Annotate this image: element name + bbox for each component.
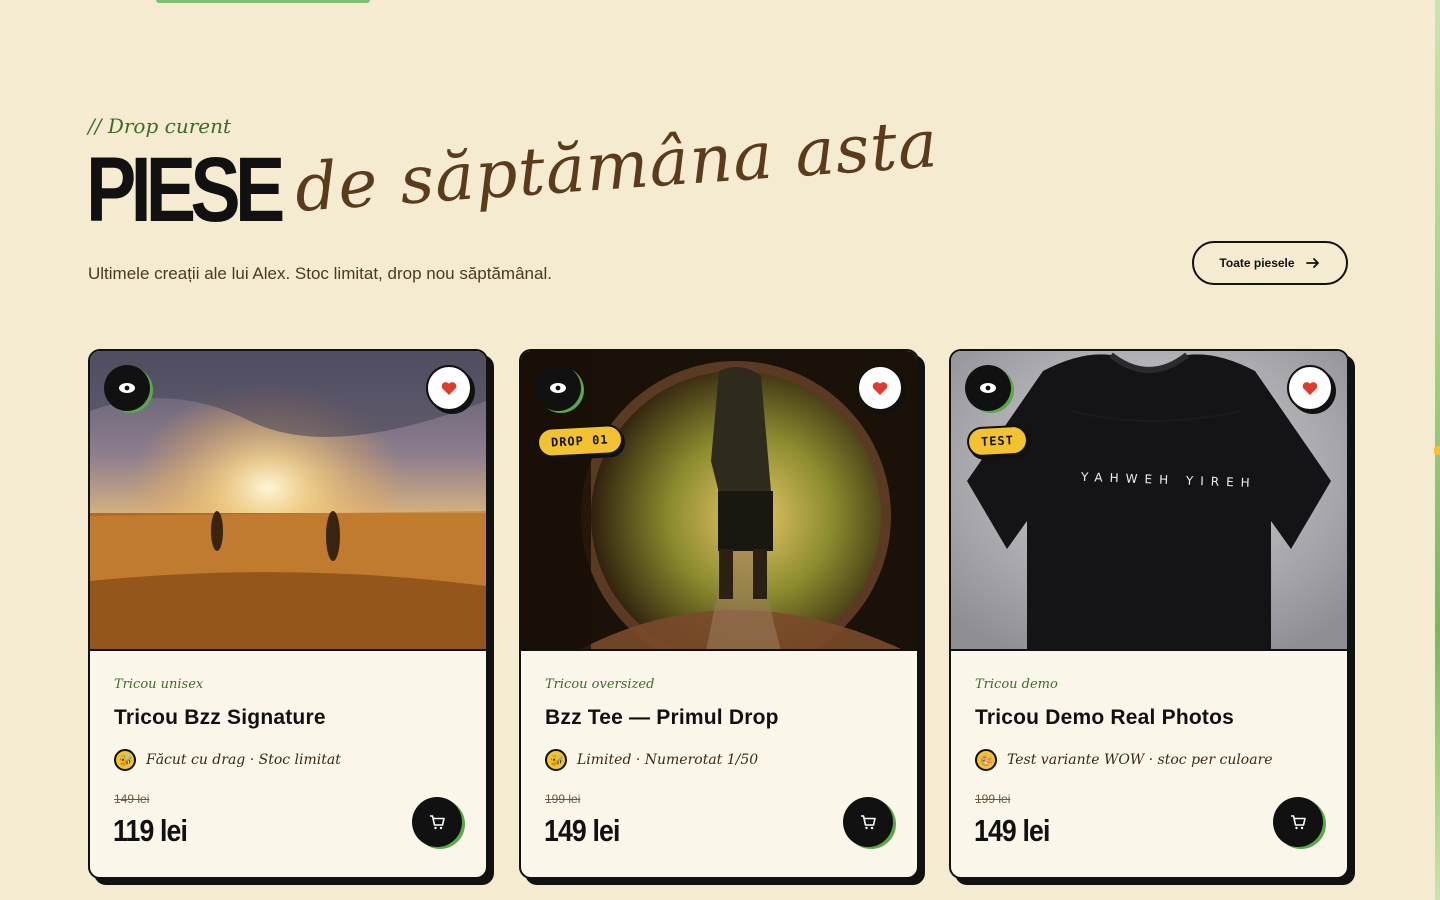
- product-type: Tricou oversized: [545, 677, 655, 692]
- product-type: Tricou demo: [975, 677, 1058, 692]
- quick-view-button[interactable]: [104, 365, 150, 411]
- bee-icon: 🐝: [114, 749, 136, 771]
- product-note: 🐝 Făcut cu drag · Stoc limitat: [114, 749, 341, 771]
- palette-icon: 🎨: [975, 749, 997, 771]
- test-badge: TEST: [966, 424, 1029, 458]
- bee-icon: 🐝: [545, 749, 567, 771]
- product-note: 🎨 Test variante WOW · stoc per culoare: [975, 749, 1273, 771]
- quick-view-button[interactable]: [965, 365, 1011, 411]
- wishlist-button[interactable]: [857, 365, 903, 411]
- product-note-text: Făcut cu drag · Stoc limitat: [146, 752, 341, 768]
- product-name[interactable]: Tricou Demo Real Photos: [975, 706, 1234, 730]
- heart-icon: [441, 381, 457, 395]
- wishlist-button[interactable]: [1287, 365, 1333, 411]
- product-name[interactable]: Tricou Bzz Signature: [114, 706, 326, 730]
- eye-icon: [119, 383, 135, 393]
- cart-icon: [1291, 815, 1306, 830]
- product-note-text: Test variante WOW · stoc per culoare: [1007, 752, 1273, 768]
- price: 149 lei: [974, 813, 1050, 848]
- product-note-text: Limited · Numerotat 1/50: [577, 752, 759, 768]
- all-pieces-label: Toate piesele: [1219, 256, 1295, 270]
- drop-badge: DROP 01: [536, 423, 624, 459]
- old-price: 149 lei: [114, 792, 150, 806]
- product-card[interactable]: DROP 01 Tricou oversized Bzz Tee — Primu…: [519, 349, 919, 879]
- cart-icon: [430, 815, 445, 830]
- product-name[interactable]: Bzz Tee — Primul Drop: [545, 706, 779, 730]
- heart-icon: [1302, 381, 1318, 395]
- add-to-cart-button[interactable]: [1273, 797, 1323, 847]
- section-title-script: de săptămâna asta: [292, 105, 941, 227]
- eye-icon: [980, 383, 996, 393]
- wishlist-button[interactable]: [426, 365, 472, 411]
- arrow-right-icon: [1305, 258, 1319, 268]
- top-accent-bar: [156, 0, 370, 3]
- quick-view-button[interactable]: [535, 365, 581, 411]
- product-note: 🐝 Limited · Numerotat 1/50: [545, 749, 758, 771]
- add-to-cart-button[interactable]: [412, 797, 462, 847]
- cart-icon: [861, 815, 876, 830]
- eye-icon: [550, 383, 566, 393]
- section-eyebrow: // Drop curent: [88, 114, 232, 138]
- all-pieces-button[interactable]: Toate piesele: [1192, 241, 1348, 285]
- add-to-cart-button[interactable]: [843, 797, 893, 847]
- old-price: 199 lei: [975, 792, 1011, 806]
- price: 119 lei: [113, 813, 188, 848]
- product-card[interactable]: YAHWEH YIREH TEST Tricou demo Tricou Dem…: [949, 349, 1349, 879]
- product-type: Tricou unisex: [114, 677, 204, 692]
- price: 149 lei: [544, 813, 620, 848]
- heart-icon: [872, 381, 888, 395]
- product-card[interactable]: Tricou unisex Tricou Bzz Signature 🐝 Făc…: [88, 349, 488, 879]
- old-price: 199 lei: [545, 792, 581, 806]
- section-title-bold: PIESE: [86, 139, 285, 241]
- section-subtitle: Ultimele creații ale lui Alex. Stoc limi…: [88, 264, 552, 283]
- scrollbar-thumb[interactable]: [1434, 446, 1440, 455]
